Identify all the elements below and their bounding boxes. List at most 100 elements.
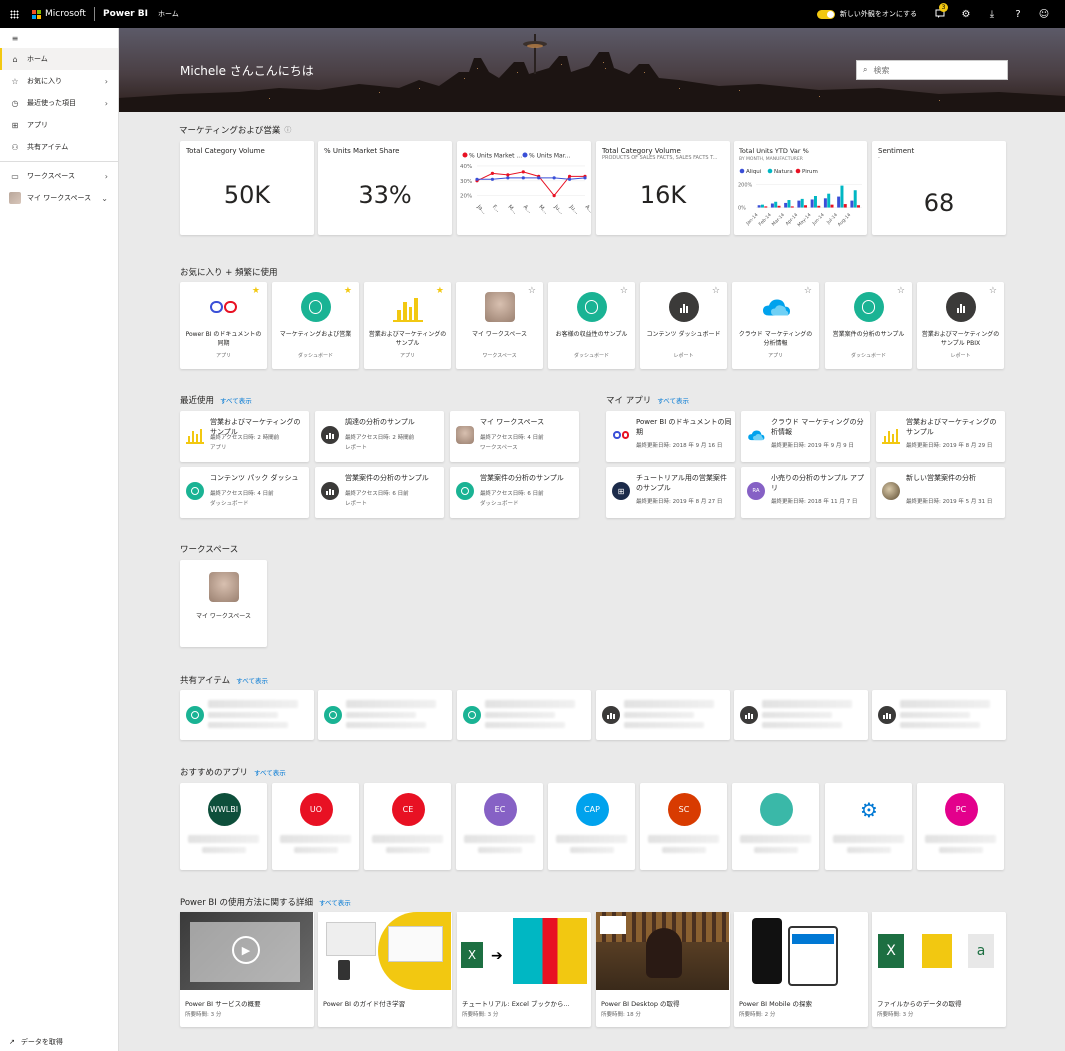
shared-item[interactable]	[457, 690, 591, 740]
video-thumbnail: ▶	[180, 912, 313, 990]
shared-item[interactable]	[180, 690, 314, 740]
kpi-tile[interactable]: Sentiment - 68	[872, 141, 1006, 235]
item-type: アプリ	[210, 445, 227, 451]
kpi-tile[interactable]: Total Category Volume PRODUCTS OF SALES …	[596, 141, 730, 235]
see-all-link[interactable]: すべて表示	[657, 395, 689, 405]
recent-item[interactable]: コンテンツ パック ダッシュ 最終アクセス日時: 4 日前 ダッシュボード	[180, 467, 309, 518]
apps-icon: ⊞	[11, 120, 19, 130]
shared-item[interactable]	[734, 690, 868, 740]
featured-app-card[interactable]: CE	[364, 783, 451, 870]
favorite-card[interactable]: ★ 営業およびマーケティングのサンプル アプリ	[364, 282, 451, 369]
star-outline-icon[interactable]: ☆	[620, 286, 628, 296]
favorite-name: マイ ワークスペース	[471, 331, 527, 338]
search-input[interactable]: ⌕ 検索	[856, 60, 1008, 80]
bar-chart-tile[interactable]: Total Units YTD Var % BY MONTH, MANUFACTU…	[734, 141, 867, 235]
learning-card[interactable]: Power BI Mobile の探索 所要時間: 2 分	[734, 912, 868, 1027]
microsoft-logo[interactable]: Microsoft	[32, 9, 86, 19]
app-item[interactable]: ⊞ チュートリアル用の営業案件のサンプル 最終更新日時: 2019 年 8 月 …	[606, 467, 735, 518]
gear-icon[interactable]: ⚙	[953, 0, 979, 28]
sidebar-item-shared[interactable]: ⚇ 共有アイテム	[0, 136, 118, 158]
app-item[interactable]: クラウド マーケティングの分析情報 最終更新日時: 2019 年 9 月 9 日	[741, 411, 870, 462]
featured-app-card[interactable]: ⚙	[825, 783, 912, 870]
chart-title: Total Units YTD Var %	[738, 147, 809, 155]
featured-app-card[interactable]: CAP	[548, 783, 635, 870]
notifications-icon[interactable]: 3	[927, 0, 953, 28]
favorite-card[interactable]: ☆ マイ ワークスペース ワークスペース	[456, 282, 543, 369]
recent-item[interactable]: 営業案件の分析のサンプル 最終アクセス日時: 6 日前 レポート	[315, 467, 444, 518]
star-outline-icon[interactable]: ☆	[528, 286, 536, 296]
see-all-link[interactable]: すべて表示	[220, 395, 252, 405]
workspace-card[interactable]: マイ ワークスペース	[180, 560, 267, 647]
featured-app-card[interactable]: WWLBI	[180, 783, 267, 870]
app-initials-icon: PC	[944, 793, 978, 826]
sidebar-item-recent[interactable]: ◷ 最近使った項目 ›	[0, 92, 118, 114]
download-icon[interactable]: ⤓	[979, 0, 1005, 28]
featured-app-card[interactable]: UO	[272, 783, 359, 870]
see-all-link[interactable]: すべて表示	[236, 675, 268, 685]
app-item[interactable]: Power BI のドキュメントの同期 最終更新日時: 2018 年 9 月 1…	[606, 411, 735, 462]
recent-item[interactable]: 営業案件の分析のサンプル 最終アクセス日時: 6 日前 ダッシュボード	[450, 467, 579, 518]
star-filled-icon[interactable]: ★	[252, 286, 260, 296]
report-icon	[321, 482, 339, 500]
bar	[857, 205, 861, 208]
shared-item[interactable]	[596, 690, 730, 740]
featured-app-card[interactable]: EC	[456, 783, 543, 870]
app-item[interactable]: 営業およびマーケティングのサンプル 最終更新日時: 2019 年 8 月 29 …	[876, 411, 1005, 462]
app-item[interactable]: RA 小売りの分析のサンプル アプリ 最終更新日時: 2018 年 11 月 7…	[741, 467, 870, 518]
kpi-tile[interactable]: Total Category Volume 50K	[180, 141, 314, 235]
learning-card[interactable]: Power BI のガイド付き学習	[318, 912, 452, 1027]
see-all-link[interactable]: すべて表示	[319, 897, 351, 907]
sidebar-item-my-workspace[interactable]: マイ ワークスペース ⌄	[0, 187, 118, 209]
learning-title: チュートリアル: Excel ブックから...	[462, 1000, 570, 1008]
new-look-toggle[interactable]	[816, 9, 835, 19]
x-tick-label: Feb-14	[758, 212, 773, 227]
favorite-card[interactable]: ☆ お客様の収益性のサンプル ダッシュボード	[548, 282, 635, 369]
favorite-card[interactable]: ☆ 営業案件の分析のサンプル ダッシュボード	[825, 282, 912, 369]
get-data-button[interactable]: ↗ データを取得	[9, 1037, 63, 1047]
info-icon[interactable]: ⓘ	[284, 125, 291, 135]
sidebar-item-apps[interactable]: ⊞ アプリ	[0, 114, 118, 136]
recent-item[interactable]: 調達の分析のサンプル 最終アクセス日時: 2 時間前 レポート	[315, 411, 444, 462]
tile-subtitle: PRODUCTS OF SALES FACTS, SALES FACTS T..…	[602, 155, 718, 161]
recent-item[interactable]: マイ ワークスペース 最終アクセス日時: 4 日前 ワークスペース	[450, 411, 579, 462]
learning-card[interactable]: Power BI Desktop の取得 所要時間: 18 分	[596, 912, 730, 1027]
line-chart-tile[interactable]: % Units Market ... % Units Mar... 40% 30% 20…	[457, 141, 594, 235]
product-name[interactable]: Power BI	[103, 9, 148, 19]
learning-duration: 所要時間: 2 分	[739, 1012, 776, 1018]
kpi-tile[interactable]: % Units Market Share 33%	[318, 141, 452, 235]
star-outline-icon[interactable]: ☆	[712, 286, 720, 296]
shared-item[interactable]	[872, 690, 1006, 740]
favorite-card[interactable]: ☆ コンテンツ ダッシュボード レポート	[640, 282, 727, 369]
avatar	[484, 292, 515, 322]
star-outline-icon[interactable]: ☆	[897, 286, 905, 296]
bar	[823, 198, 827, 208]
sidebar-item-home[interactable]: ⌂ ホーム	[0, 48, 118, 70]
shared-item[interactable]	[318, 690, 452, 740]
favorite-card[interactable]: ★ マーケティングおよび営業 ダッシュボード	[272, 282, 359, 369]
star-filled-icon[interactable]: ★	[344, 286, 352, 296]
recent-item[interactable]: 営業およびマーケティングのサンプル 最終アクセス日時: 2 時間前 アプリ	[180, 411, 309, 462]
sidebar-item-favorites[interactable]: ☆ お気に入り ›	[0, 70, 118, 92]
learning-card[interactable]: X ➔ チュートリアル: Excel ブックから... 所要時間: 3 分	[457, 912, 591, 1027]
star-outline-icon[interactable]: ☆	[989, 286, 997, 296]
learning-card[interactable]: ▶ Power BI サービスの概要 所要時間: 3 分	[180, 912, 314, 1027]
star-filled-icon[interactable]: ★	[436, 286, 444, 296]
help-icon[interactable]: ?	[1005, 0, 1031, 28]
featured-app-card[interactable]: SC	[640, 783, 727, 870]
see-all-link[interactable]: すべて表示	[254, 767, 286, 777]
featured-app-card[interactable]	[732, 783, 819, 870]
sidebar-item-label: 最近使った項目	[27, 99, 76, 107]
favorite-card[interactable]: ★ Power BI のドキュメントの同期 アプリ	[180, 282, 267, 369]
app-launcher-icon[interactable]	[0, 0, 28, 28]
sidebar-item-workspaces[interactable]: ▭ ワークスペース ›	[0, 165, 118, 187]
favorite-card[interactable]: ☆ クラウド マーケティングの分析情報 アプリ	[732, 282, 819, 369]
star-outline-icon[interactable]: ☆	[804, 286, 812, 296]
hamburger-icon[interactable]: ≡	[0, 28, 118, 48]
learning-card[interactable]: Xa ファイルからのデータの取得 所要時間: 3 分	[872, 912, 1006, 1027]
chart-yellow-icon	[186, 426, 204, 444]
featured-app-card[interactable]: PC	[917, 783, 1004, 870]
app-item[interactable]: 新しい営業案件の分析 最終更新日時: 2019 年 5 月 31 日	[876, 467, 1005, 518]
favorite-card[interactable]: ☆ 営業およびマーケティングのサンプル PBIX レポート	[917, 282, 1004, 369]
section-title-text: マイ アプリ	[606, 396, 652, 406]
feedback-icon[interactable]: ☺	[1031, 0, 1057, 28]
